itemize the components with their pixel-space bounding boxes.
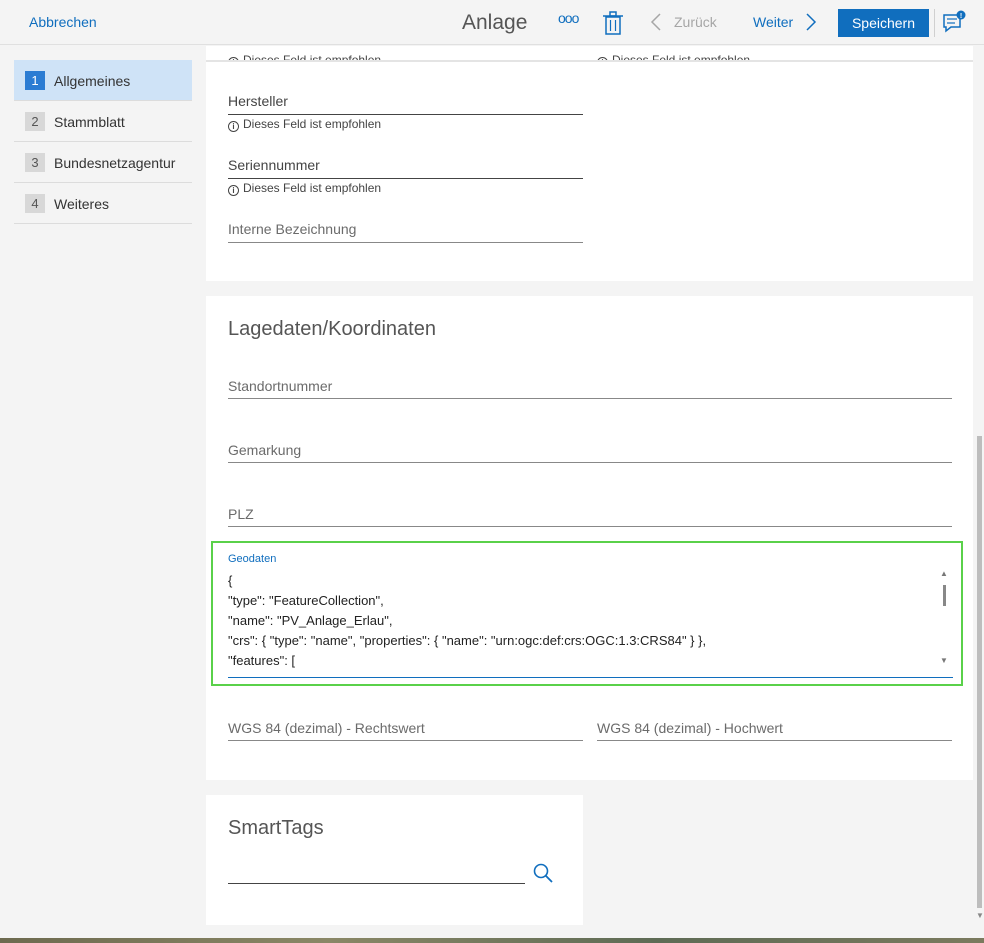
field-hint: iDieses Feld ist empfohlen bbox=[228, 53, 381, 60]
nav-item-label: Stammblatt bbox=[54, 114, 125, 130]
smarttags-input[interactable] bbox=[228, 861, 526, 885]
nav-item-weiteres[interactable]: 4 Weiteres bbox=[14, 183, 192, 224]
info-icon: i bbox=[228, 185, 239, 196]
smarttags-section: SmartTags bbox=[206, 795, 583, 925]
hersteller-label: Hersteller bbox=[228, 93, 288, 109]
seriennummer-field[interactable]: Seriennummer bbox=[228, 157, 583, 179]
geodaten-label: Geodaten bbox=[228, 553, 277, 565]
geodaten-line: "type": "FeatureCollection", bbox=[228, 593, 384, 608]
scroll-down-arrow-icon[interactable]: ▼ bbox=[976, 911, 984, 920]
location-section: Lagedaten/Koordinaten Standortnummer Gem… bbox=[206, 296, 973, 780]
page-scrollbar-thumb[interactable] bbox=[977, 436, 982, 908]
geodaten-line: "crs": { "type": "name", "properties": {… bbox=[228, 633, 707, 648]
field-underline bbox=[228, 242, 583, 243]
field-hint: iDieses Feld ist empfohlen bbox=[228, 117, 381, 132]
nav-item-number: 4 bbox=[25, 194, 45, 213]
field-underline bbox=[228, 677, 953, 678]
geodaten-textarea[interactable]: { "type": "FeatureCollection", "name": "… bbox=[228, 571, 938, 671]
feedback-icon[interactable]: ! bbox=[941, 10, 967, 36]
section-title: SmartTags bbox=[228, 817, 324, 839]
nav-item-number: 1 bbox=[25, 71, 45, 90]
rechtswert-label: WGS 84 (dezimal) - Rechtswert bbox=[228, 720, 425, 736]
next-button[interactable]: Weiter bbox=[753, 14, 793, 30]
nav-item-number: 3 bbox=[25, 153, 45, 172]
field-underline bbox=[597, 740, 952, 741]
rechtswert-field[interactable]: WGS 84 (dezimal) - Rechtswert bbox=[228, 720, 583, 742]
command-bar: Abbrechen Anlage ooo Zurück Weiter Speic… bbox=[0, 0, 984, 45]
nav-item-bundesnetzagentur[interactable]: 3 Bundesnetzagentur bbox=[14, 142, 192, 183]
textarea-scrollbar-thumb[interactable] bbox=[943, 585, 946, 606]
interne-bezeichnung-label: Interne Bezeichnung bbox=[228, 221, 357, 237]
hochwert-label: WGS 84 (dezimal) - Hochwert bbox=[597, 720, 783, 736]
field-underline bbox=[228, 398, 952, 399]
svg-text:!: ! bbox=[960, 13, 962, 20]
seriennummer-label: Seriennummer bbox=[228, 157, 320, 173]
scroll-up-arrow-icon[interactable]: ▲ bbox=[940, 569, 948, 578]
chevron-left-icon bbox=[650, 13, 661, 31]
hochwert-field[interactable]: WGS 84 (dezimal) - Hochwert bbox=[597, 720, 952, 742]
standortnummer-label: Standortnummer bbox=[228, 378, 333, 394]
more-options-button[interactable]: ooo bbox=[558, 10, 579, 26]
field-underline bbox=[228, 114, 583, 115]
geodaten-line: { bbox=[228, 573, 233, 588]
standortnummer-field[interactable]: Standortnummer bbox=[228, 378, 952, 400]
scroll-down-arrow-icon[interactable]: ▼ bbox=[940, 656, 948, 665]
hersteller-field[interactable]: Hersteller bbox=[228, 93, 583, 115]
nav-item-number: 2 bbox=[25, 112, 45, 131]
info-icon: i bbox=[228, 121, 239, 132]
back-button[interactable]: Zurück bbox=[674, 14, 717, 30]
nav-item-label: Allgemeines bbox=[54, 73, 131, 89]
nav-item-label: Bundesnetzagentur bbox=[54, 155, 176, 171]
section-nav: 1 Allgemeines 2 Stammblatt 3 Bundesnetza… bbox=[14, 60, 192, 224]
delete-icon[interactable] bbox=[602, 11, 624, 35]
section-title: Lagedaten/Koordinaten bbox=[228, 318, 436, 340]
field-underline bbox=[228, 178, 583, 179]
field-underline bbox=[228, 526, 952, 527]
field-underline bbox=[228, 740, 583, 741]
field-hint: iDieses Feld ist empfohlen bbox=[597, 53, 750, 60]
toolbar-divider bbox=[934, 9, 935, 37]
geodaten-line: "name": "PV_Anlage_Erlau", bbox=[228, 613, 393, 628]
search-icon[interactable] bbox=[532, 862, 554, 884]
save-button[interactable]: Speichern bbox=[838, 9, 929, 37]
general-section: iDieses Feld ist empfohlen iDieses Feld … bbox=[206, 46, 973, 281]
geodaten-field[interactable]: Geodaten { "type": "FeatureCollection", … bbox=[211, 541, 963, 686]
gemarkung-field[interactable]: Gemarkung bbox=[228, 442, 952, 464]
nav-item-allgemeines[interactable]: 1 Allgemeines bbox=[14, 60, 192, 101]
scroll-shadow bbox=[206, 60, 973, 62]
field-underline bbox=[228, 883, 525, 884]
field-underline bbox=[228, 462, 952, 463]
plz-label: PLZ bbox=[228, 506, 254, 522]
chevron-right-icon[interactable] bbox=[805, 12, 817, 32]
nav-item-label: Weiteres bbox=[54, 196, 109, 212]
gemarkung-label: Gemarkung bbox=[228, 442, 302, 458]
page-title: Anlage bbox=[462, 11, 528, 34]
plz-field[interactable]: PLZ bbox=[228, 506, 952, 528]
interne-bezeichnung-field[interactable]: Interne Bezeichnung bbox=[228, 221, 583, 243]
desktop-background-strip bbox=[0, 938, 984, 943]
nav-item-stammblatt[interactable]: 2 Stammblatt bbox=[14, 101, 192, 142]
geodaten-line: "features": [ bbox=[228, 653, 296, 668]
field-hint: iDieses Feld ist empfohlen bbox=[228, 181, 381, 196]
cancel-button[interactable]: Abbrechen bbox=[29, 14, 97, 30]
